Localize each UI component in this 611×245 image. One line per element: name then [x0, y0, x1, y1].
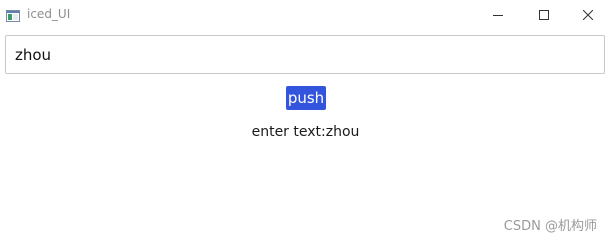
close-icon [582, 5, 594, 24]
app-window: iced_UI push ent [0, 0, 611, 245]
text-input[interactable] [5, 35, 605, 74]
maximize-icon [539, 5, 549, 24]
close-button[interactable] [565, 0, 611, 28]
window-title: iced_UI [27, 7, 71, 21]
title-bar[interactable]: iced_UI [0, 0, 611, 28]
minimize-button[interactable] [475, 0, 521, 28]
maximize-button[interactable] [521, 0, 567, 28]
output-text: enter text:zhou [251, 124, 360, 140]
watermark: CSDN @机构师 [503, 219, 597, 234]
minimize-icon [493, 5, 503, 24]
push-button[interactable]: push [286, 86, 326, 110]
app-window-icon [6, 7, 20, 22]
